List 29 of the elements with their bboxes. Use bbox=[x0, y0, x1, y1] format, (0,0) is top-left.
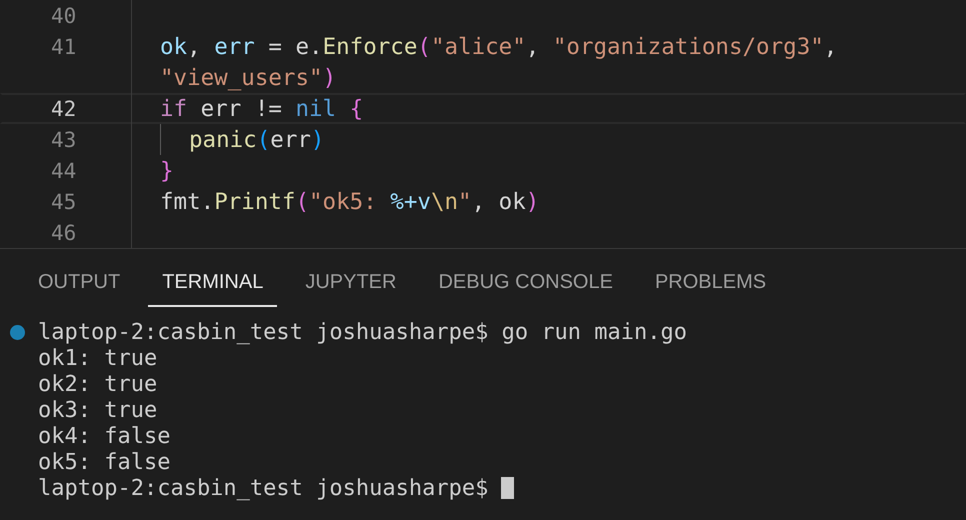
status-dot-icon bbox=[10, 324, 25, 340]
line-number: 42 bbox=[51, 96, 76, 120]
line-number: 45 bbox=[51, 190, 76, 214]
code-line: if err != nil { bbox=[160, 96, 364, 122]
line-number: 43 bbox=[51, 128, 76, 152]
code-line: "view_users") bbox=[160, 64, 336, 90]
panel-tab[interactable]: TERMINAL bbox=[148, 265, 278, 307]
terminal-line: ok4: false bbox=[38, 424, 170, 448]
terminal[interactable]: laptop-2:casbin_test joshuasharpe$ go run main.go ok1: true ok2: true ok3: true ok4: false ok5: false laptop-2:casbin_test joshuasharpe$ bbox=[0, 309, 966, 501]
line-number: 44 bbox=[51, 158, 76, 182]
code-line: panic(err) bbox=[189, 126, 324, 152]
panel-tab[interactable]: OUTPUT bbox=[24, 265, 134, 307]
panel-tab[interactable]: PROBLEMS bbox=[640, 265, 780, 307]
terminal-line: ok1: true bbox=[38, 346, 158, 370]
line-number: 46 bbox=[51, 220, 76, 244]
code-line: ok, err = e.Enforce("alice", "organizations/org3", bbox=[160, 34, 838, 60]
line-number: 41 bbox=[51, 34, 76, 58]
terminal-line: laptop-2:casbin_test joshuasharpe$ go run main.go bbox=[38, 320, 688, 344]
panel-tab[interactable]: JUPYTER bbox=[291, 265, 410, 307]
code-line: fmt.Printf("ok5: %+v\n", ok) bbox=[160, 188, 540, 214]
terminal-line: ok2: true bbox=[38, 372, 158, 396]
cursor-icon bbox=[501, 477, 514, 499]
code-editor[interactable]: 40 41 ok, err = e.Enforce("alice", "organizations/org3", "view_users") 42 if err != nil { 43 panic(err) 44 } 45 fmt.Printf("ok5: %+v\n", ok) 46 bbox=[0, 0, 966, 249]
code-line: } bbox=[160, 158, 174, 184]
panel-tab[interactable]: DEBUG CONSOLE bbox=[424, 265, 627, 307]
terminal-line: laptop-2:casbin_test joshuasharpe$ bbox=[38, 476, 488, 500]
terminal-line: ok5: false bbox=[38, 450, 170, 474]
line-number: 40 bbox=[51, 4, 76, 28]
terminal-line: ok3: true bbox=[38, 398, 158, 422]
